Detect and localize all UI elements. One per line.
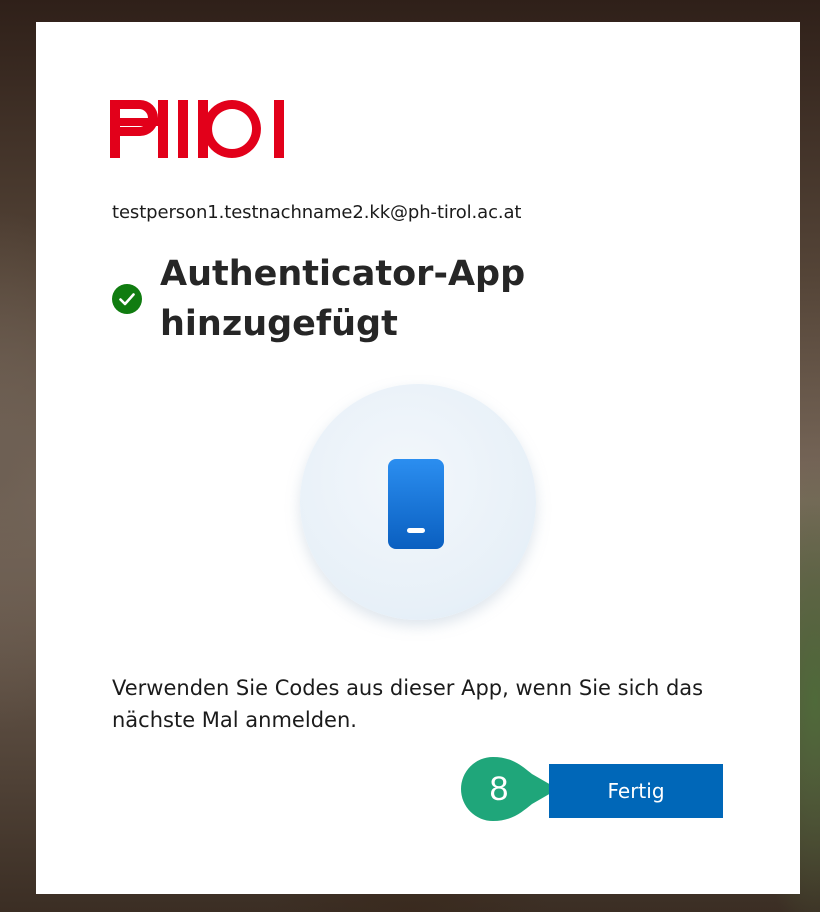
done-button[interactable]: Fertig — [549, 764, 723, 818]
page-title: Authenticator-App hinzugefügt — [160, 254, 526, 344]
dialog-card: testperson1.testnachname2.kk@ph-tirol.ac… — [36, 22, 800, 894]
mobile-phone-icon — [388, 459, 444, 549]
check-circle-icon — [112, 284, 142, 314]
account-email: testperson1.testnachname2.kk@ph-tirol.ac… — [112, 202, 522, 223]
ph-tirol-logo — [110, 100, 284, 158]
step-number: 8 — [489, 770, 509, 808]
description-text: Verwenden Sie Codes aus dieser App, wenn… — [112, 676, 704, 732]
